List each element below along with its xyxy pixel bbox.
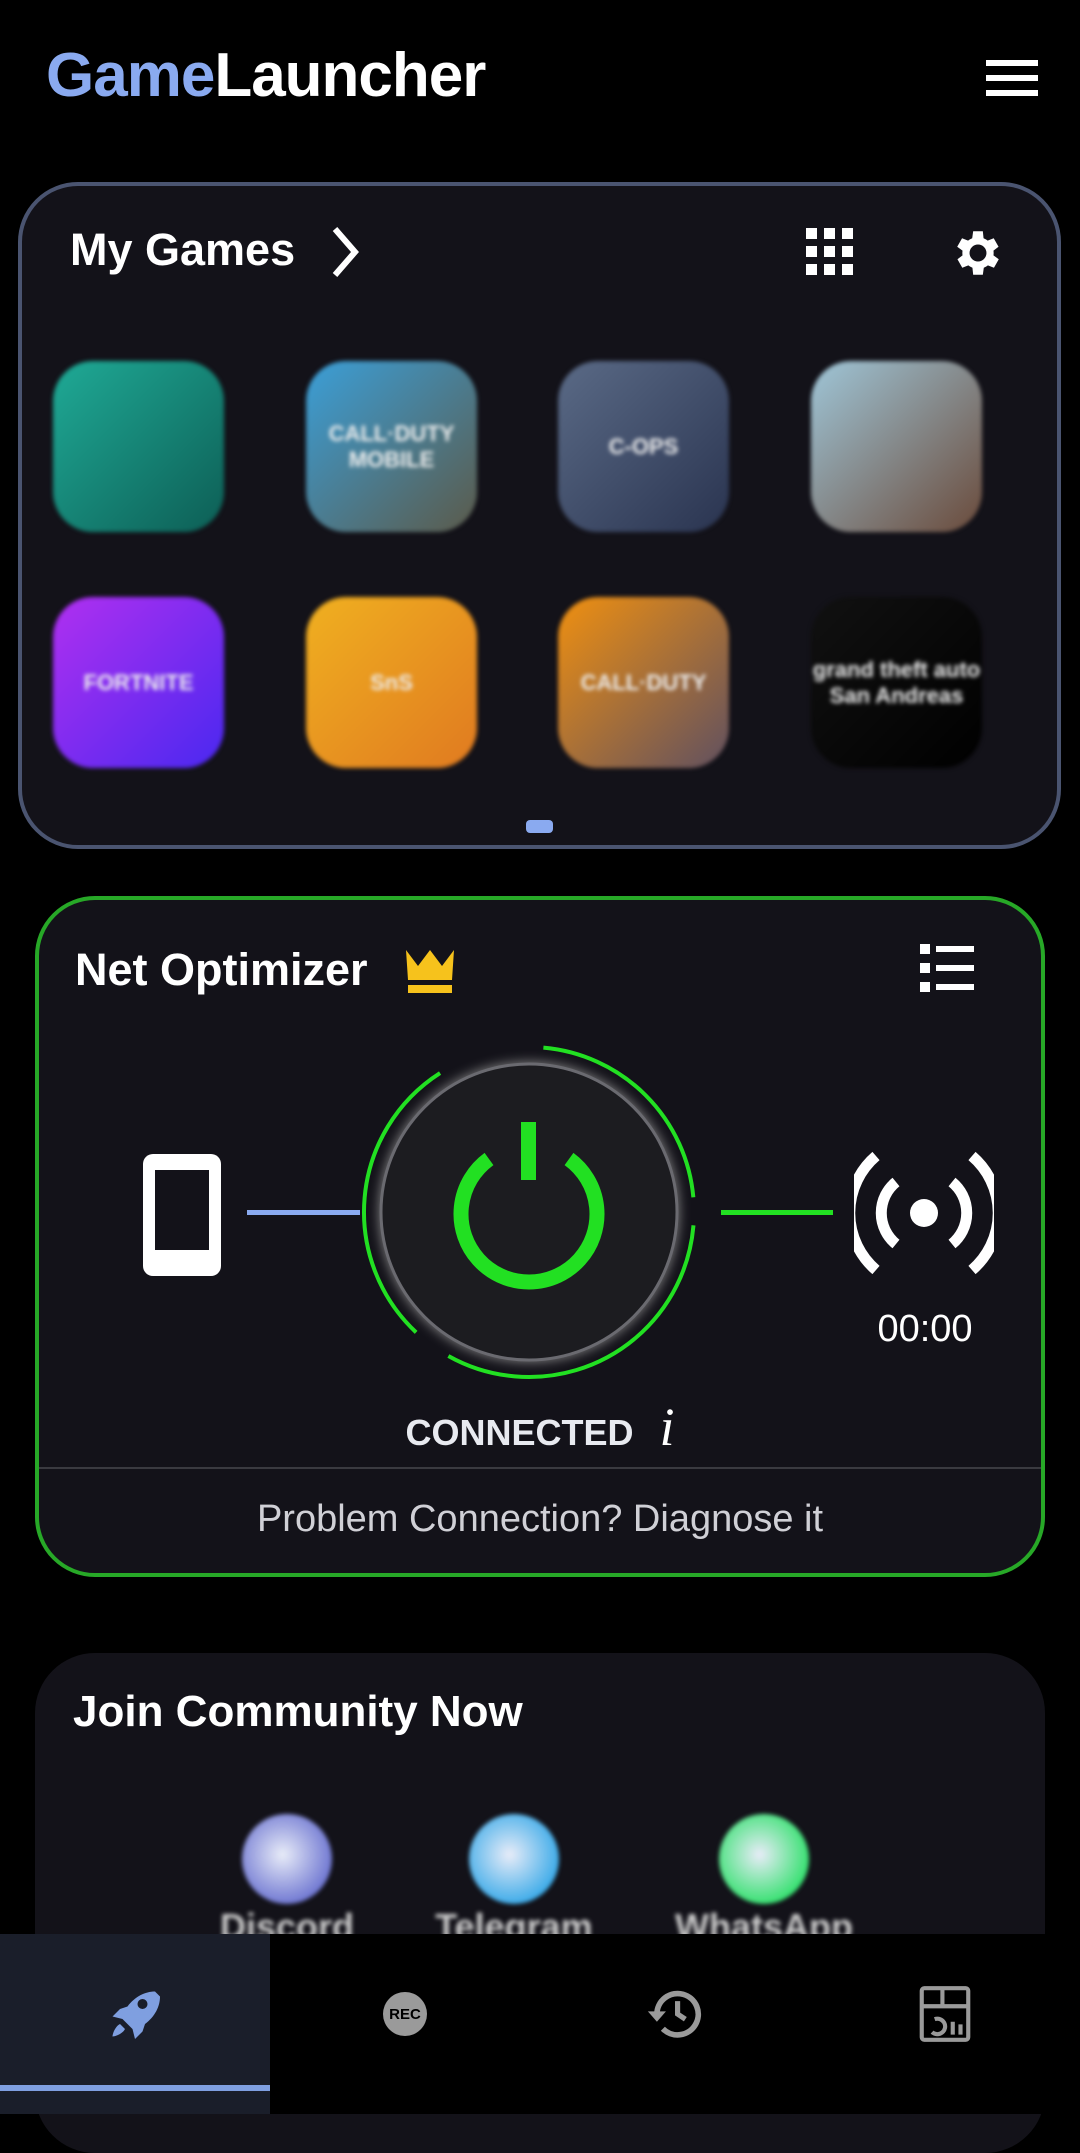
grid-icon[interactable] bbox=[806, 228, 854, 276]
connection-status: CONNECTED i bbox=[39, 1396, 1041, 1458]
divider bbox=[39, 1467, 1041, 1469]
community-telegram-icon[interactable] bbox=[469, 1814, 559, 1904]
game-icon[interactable]: C-OPS bbox=[558, 361, 729, 532]
game-icon[interactable] bbox=[53, 361, 224, 532]
game-icon[interactable]: CALL·DUTY MOBILE bbox=[306, 361, 477, 532]
my-games-card: My Games CALL·DUTY MOBILE C-OPS FORTNITE Sn… bbox=[18, 182, 1061, 849]
hamburger-icon[interactable] bbox=[986, 60, 1038, 96]
game-logo-text: CALL·DUTY bbox=[580, 669, 707, 695]
app-title-part1: Game bbox=[46, 41, 215, 110]
phone-icon bbox=[143, 1154, 221, 1276]
power-button[interactable] bbox=[359, 1042, 699, 1382]
status-text: CONNECTED bbox=[405, 1412, 634, 1453]
dashboard-icon bbox=[919, 1986, 971, 2042]
device-link-line bbox=[247, 1210, 360, 1215]
net-optimizer-title: Net Optimizer bbox=[75, 944, 368, 995]
game-icon[interactable]: CALL·DUTY bbox=[558, 597, 729, 768]
rocket-icon bbox=[112, 1991, 160, 2039]
list-icon[interactable] bbox=[920, 944, 974, 992]
signal-broadcast-icon bbox=[854, 1151, 994, 1275]
tab-dashboard[interactable] bbox=[810, 1934, 1080, 2114]
game-icon[interactable] bbox=[811, 361, 982, 532]
server-link-line bbox=[721, 1210, 833, 1215]
net-optimizer-card: Net Optimizer 00:00 CONNECTED i Problem C… bbox=[35, 896, 1045, 1577]
game-logo-text: SnS bbox=[370, 669, 413, 695]
info-icon[interactable]: i bbox=[660, 1397, 675, 1457]
game-logo-text: CALL·DUTY MOBILE bbox=[328, 420, 455, 472]
gear-icon[interactable] bbox=[949, 224, 1007, 282]
community-title: Join Community Now bbox=[73, 1687, 523, 1736]
community-discord-icon[interactable] bbox=[242, 1814, 332, 1904]
bottom-nav: REC bbox=[0, 1934, 1080, 2114]
game-icon[interactable]: grand theft auto San Andreas bbox=[811, 597, 982, 768]
rec-icon: REC bbox=[383, 1992, 427, 2036]
app-title-part2: Launcher bbox=[214, 41, 486, 110]
history-icon bbox=[647, 1990, 702, 2038]
crown-icon bbox=[406, 950, 454, 993]
game-logo-text: grand theft auto San Andreas bbox=[812, 656, 981, 708]
game-logo-text: C-OPS bbox=[608, 433, 679, 459]
chevron-right-icon[interactable] bbox=[330, 226, 360, 278]
community-whatsapp-icon[interactable] bbox=[719, 1814, 809, 1904]
active-tab-indicator bbox=[0, 2085, 270, 2091]
game-icon[interactable]: FORTNITE bbox=[53, 597, 224, 768]
connection-timer: 00:00 bbox=[877, 1308, 973, 1350]
game-icon[interactable]: SnS bbox=[306, 597, 477, 768]
game-logo-text: FORTNITE bbox=[83, 669, 194, 695]
tab-history[interactable] bbox=[540, 1934, 810, 2114]
tab-record[interactable]: REC bbox=[270, 1934, 540, 2114]
page-indicator[interactable] bbox=[526, 820, 553, 833]
diagnose-link[interactable]: Problem Connection? Diagnose it bbox=[39, 1498, 1041, 1541]
app-title: GameLauncher bbox=[46, 40, 486, 111]
my-games-title[interactable]: My Games bbox=[70, 224, 295, 276]
